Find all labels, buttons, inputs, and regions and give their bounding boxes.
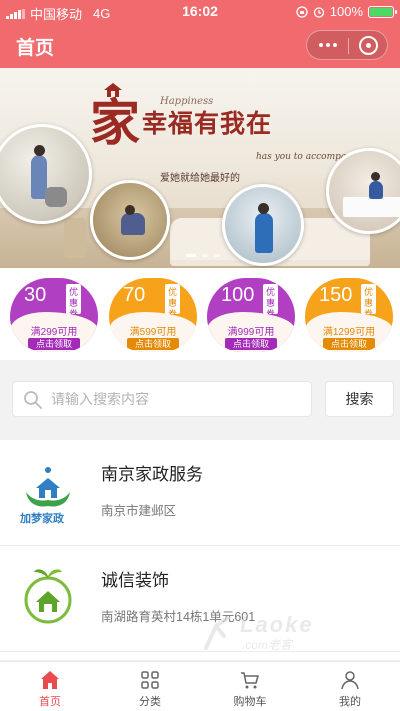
banner-carousel[interactable]: Happiness 家 幸福有我在 has you to accompany 爱…	[0, 68, 400, 268]
banner-photo-cleaning	[90, 180, 170, 260]
page-title: 首页	[16, 38, 55, 59]
claim-coupon-button[interactable]: 点击领取	[28, 338, 80, 350]
watermark-logo: Laoke .com老客	[198, 612, 358, 652]
battery-icon	[368, 5, 397, 18]
status-bar: 中国移动 4G 16:02 100%	[0, 0, 400, 22]
list-item[interactable]: 加梦家政 南京家政服务 南京市建邺区	[0, 440, 400, 546]
carousel-indicator	[186, 254, 220, 257]
exit-icon[interactable]	[359, 36, 378, 55]
coupon-card[interactable]: 100 优惠券 满999可用 点击领取	[207, 278, 295, 352]
search-row: 搜索	[0, 360, 400, 432]
banner-main-text: 幸福有我在	[142, 109, 273, 138]
category-icon	[141, 671, 159, 689]
banner-photo-window	[222, 184, 304, 266]
search-button[interactable]: 搜索	[325, 381, 394, 417]
claim-coupon-button[interactable]: 点击领取	[323, 338, 375, 350]
logo-caption: 加梦家政	[20, 513, 64, 525]
store-name: 南京家政服务	[101, 465, 203, 484]
store-name: 诚信装饰	[101, 571, 169, 590]
banner-big-char: 家	[90, 93, 140, 152]
watermark-figure-icon	[204, 616, 230, 650]
orientation-lock-icon	[296, 5, 308, 18]
tab-cart[interactable]: 购物车	[200, 662, 300, 711]
battery-percent: 100%	[329, 4, 363, 19]
top-bar: 中国移动 4G 16:02 100% 首页	[0, 0, 400, 68]
green-house-logo	[24, 569, 72, 624]
search-icon	[24, 391, 42, 409]
tab-home[interactable]: 首页	[0, 662, 100, 711]
search-box[interactable]	[12, 381, 312, 417]
claim-coupon-button[interactable]: 点击领取	[225, 338, 277, 350]
coupon-card[interactable]: 150 优惠券 满1299可用 点击领取	[305, 278, 393, 352]
search-input[interactable]	[51, 384, 301, 414]
home-icon	[41, 671, 59, 689]
tab-category[interactable]: 分类	[100, 662, 200, 711]
user-icon	[341, 671, 359, 690]
more-icon[interactable]	[319, 43, 337, 47]
alarm-icon	[313, 6, 324, 18]
tab-bar: 首页 分类 购物车 我的	[0, 661, 400, 711]
mini-program-capsule	[306, 30, 388, 60]
banner-subtitle: 爱她就给她最好的	[160, 173, 240, 184]
coupon-card[interactable]: 30 优惠券 满299可用 点击领取	[10, 278, 98, 352]
cart-icon	[241, 672, 259, 689]
coupon-card[interactable]: 70 优惠券 满599可用 点击领取	[109, 278, 197, 352]
coupon-row: 30 优惠券 满299可用 点击领取 70 优惠券 满599可用 点击领取 10…	[0, 268, 400, 360]
tab-profile[interactable]: 我的	[300, 662, 400, 711]
banner-title: 家 幸福有我在	[90, 90, 272, 150]
store-address: 南京市建邺区	[101, 504, 177, 518]
claim-coupon-button[interactable]: 点击领取	[127, 338, 179, 350]
